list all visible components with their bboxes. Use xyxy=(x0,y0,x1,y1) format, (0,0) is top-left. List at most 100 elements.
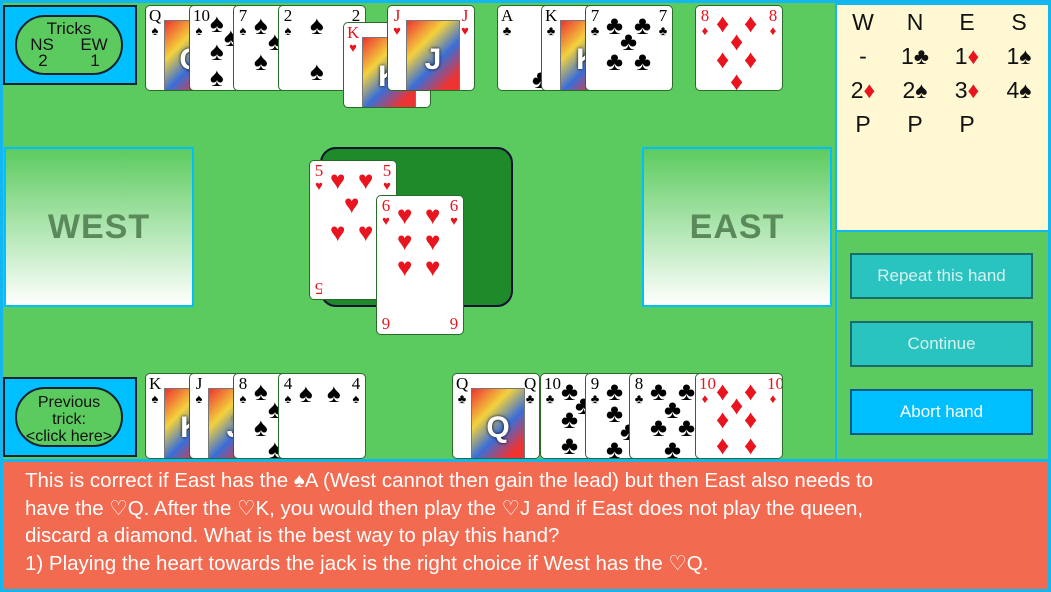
card-suit: ♠ xyxy=(195,391,203,406)
ew-tricks: 1 xyxy=(90,51,100,70)
card-rank: J xyxy=(195,374,203,393)
ns-tricks: 2 xyxy=(38,51,48,70)
abort-hand-button[interactable]: Abort hand xyxy=(850,389,1033,435)
card-rank: 10 xyxy=(544,374,561,393)
suit-pip: ♣ xyxy=(606,46,624,76)
card-rank: 5 xyxy=(382,161,392,180)
card-10-♦[interactable]: ♦ ♦ ♦ ♦ ♦ ♦ ♦ 10 ♦ 10 ♦ xyxy=(695,373,783,459)
card-rank: 5 xyxy=(314,161,324,180)
card-rank: K xyxy=(545,6,558,25)
suit-pip: ♠ xyxy=(310,56,324,86)
card-suit: ♦ xyxy=(701,391,709,406)
suit-pip: ♥ xyxy=(358,217,374,247)
card-rank: 8 xyxy=(700,6,710,25)
suit-pip: ♣ xyxy=(561,404,579,434)
suit-pip: ♠ xyxy=(210,62,224,91)
card-rank: 2 xyxy=(283,6,293,25)
bid-cell: 3♦ xyxy=(954,76,980,103)
suit-pip: ♦ xyxy=(730,66,744,91)
card-6-♥: ♥ ♥ ♥ ♥ ♥ ♥ 6 ♥ 6 ♥ 6 6 xyxy=(376,195,464,335)
action-panel: Repeat this hand Continue Abort hand xyxy=(837,232,1048,459)
message-line: This is correct if East has the ♠A (West… xyxy=(25,469,874,492)
card-7-♣: ♣ ♣ ♣ ♣ ♣ 7 ♣ 7 ♣ xyxy=(585,5,673,91)
continue-button[interactable]: Continue xyxy=(850,321,1033,367)
suit-pip: ♥ xyxy=(425,226,441,256)
card-rank: 7 xyxy=(590,6,600,25)
repeat-hand-button[interactable]: Repeat this hand xyxy=(850,253,1033,299)
suit-pip: ♦ xyxy=(716,404,730,434)
card-rank: 6 xyxy=(381,196,391,215)
suit-pip: ♥ xyxy=(330,217,346,247)
suit-pip: ♣ xyxy=(561,430,579,459)
bid-cell: E xyxy=(959,8,975,35)
suit-pip: ♠ xyxy=(254,412,268,442)
suit-pip: ♠ xyxy=(254,10,268,40)
bid-cell: W xyxy=(852,8,874,35)
card-suit: ♠ xyxy=(352,391,360,406)
suit-pip: ♥ xyxy=(358,165,374,195)
suit-pip: ♥ xyxy=(425,252,441,282)
card-4-♠[interactable]: ♠ ♠ 4 ♠ 4 ♠ xyxy=(278,373,366,459)
card-suit: ♦ xyxy=(769,23,777,38)
card-rank: Q xyxy=(456,374,469,393)
card-Q-♣[interactable]: Q Q ♣ Q ♣ xyxy=(452,373,540,459)
card-suit: ♦ xyxy=(769,391,777,406)
west-seat: WEST xyxy=(4,147,194,307)
card-J-♥: J J ♥ J ♥ xyxy=(387,5,475,91)
suit-pip: ♦ xyxy=(716,430,730,459)
bid-cell: P xyxy=(855,110,871,137)
card-rank: J xyxy=(461,6,469,25)
card-rank: 10 xyxy=(193,6,210,25)
bidding-header: WNES xyxy=(837,5,1048,39)
suit-pip: ♦ xyxy=(716,8,730,38)
card-suit: ♣ xyxy=(525,391,535,406)
message-line: have the ♡Q. After the ♡K, you would the… xyxy=(25,496,864,520)
suit-pip: ♦ xyxy=(744,44,758,74)
west-label: WEST xyxy=(47,207,151,246)
bidding-table: W N E S - 1♣ 1♦ 1♠ 2♦ 2♠ 3♦ 4♠ P P P xyxy=(837,5,1048,230)
card-rank: K xyxy=(347,23,360,42)
card-suit: ♠ xyxy=(239,391,247,406)
card-suit: ♣ xyxy=(590,23,600,38)
card-rank: 8 xyxy=(768,6,778,25)
bidding-row: 2♦ 2♠ 3♦ 4♠ xyxy=(837,73,1048,107)
suit-pip: ♦ xyxy=(730,390,744,420)
card-rank: 8 xyxy=(238,374,248,393)
suit-pip: ♦ xyxy=(716,376,730,406)
suit-pip: ♥ xyxy=(425,200,441,230)
face-card-art: J xyxy=(406,20,460,90)
card-rank: 5 xyxy=(314,279,324,298)
card-suit: ♥ xyxy=(461,23,469,38)
card-rank: Q xyxy=(149,6,162,25)
card-rank: 10 xyxy=(767,374,783,393)
suit-pip: ♣ xyxy=(664,434,682,459)
card-suit: ♥ xyxy=(383,178,391,193)
card-rank: 4 xyxy=(351,374,361,393)
bid-cell: S xyxy=(1011,8,1027,35)
previous-trick-button[interactable]: Previous trick: <click here> xyxy=(3,377,137,457)
bid-cell: 4♠ xyxy=(1006,76,1032,103)
card-suit: ♠ xyxy=(239,23,247,38)
previous-trick-line1: Previous xyxy=(37,394,101,411)
suit-pip: ♣ xyxy=(634,46,652,76)
card-rank: 6 xyxy=(449,196,459,215)
card-rank: 6 xyxy=(449,314,459,333)
bidding-row: - 1♣ 1♦ 1♠ xyxy=(837,39,1048,73)
bid-cell: 2♦ xyxy=(850,76,876,103)
red-suit-icon: ♦ xyxy=(967,76,980,103)
card-suit: ♥ xyxy=(349,40,357,55)
suit-pip: ♥ xyxy=(397,226,413,256)
suit-pip: ♠ xyxy=(327,378,341,408)
east-label: EAST xyxy=(689,207,785,246)
east-seat: EAST xyxy=(642,147,832,307)
suit-pip: ♦ xyxy=(744,8,758,38)
bid-cell: 1♦ xyxy=(954,42,980,69)
suit-pip: ♦ xyxy=(744,404,758,434)
card-rank: 10 xyxy=(699,374,716,393)
suit-pip: ♠ xyxy=(310,10,324,40)
card-suit: ♠ xyxy=(284,391,292,406)
bidding-row: PPP xyxy=(837,107,1048,141)
bid-cell: P xyxy=(959,110,975,137)
card-suit: ♣ xyxy=(502,23,512,38)
suit-pip: ♠ xyxy=(254,46,268,76)
